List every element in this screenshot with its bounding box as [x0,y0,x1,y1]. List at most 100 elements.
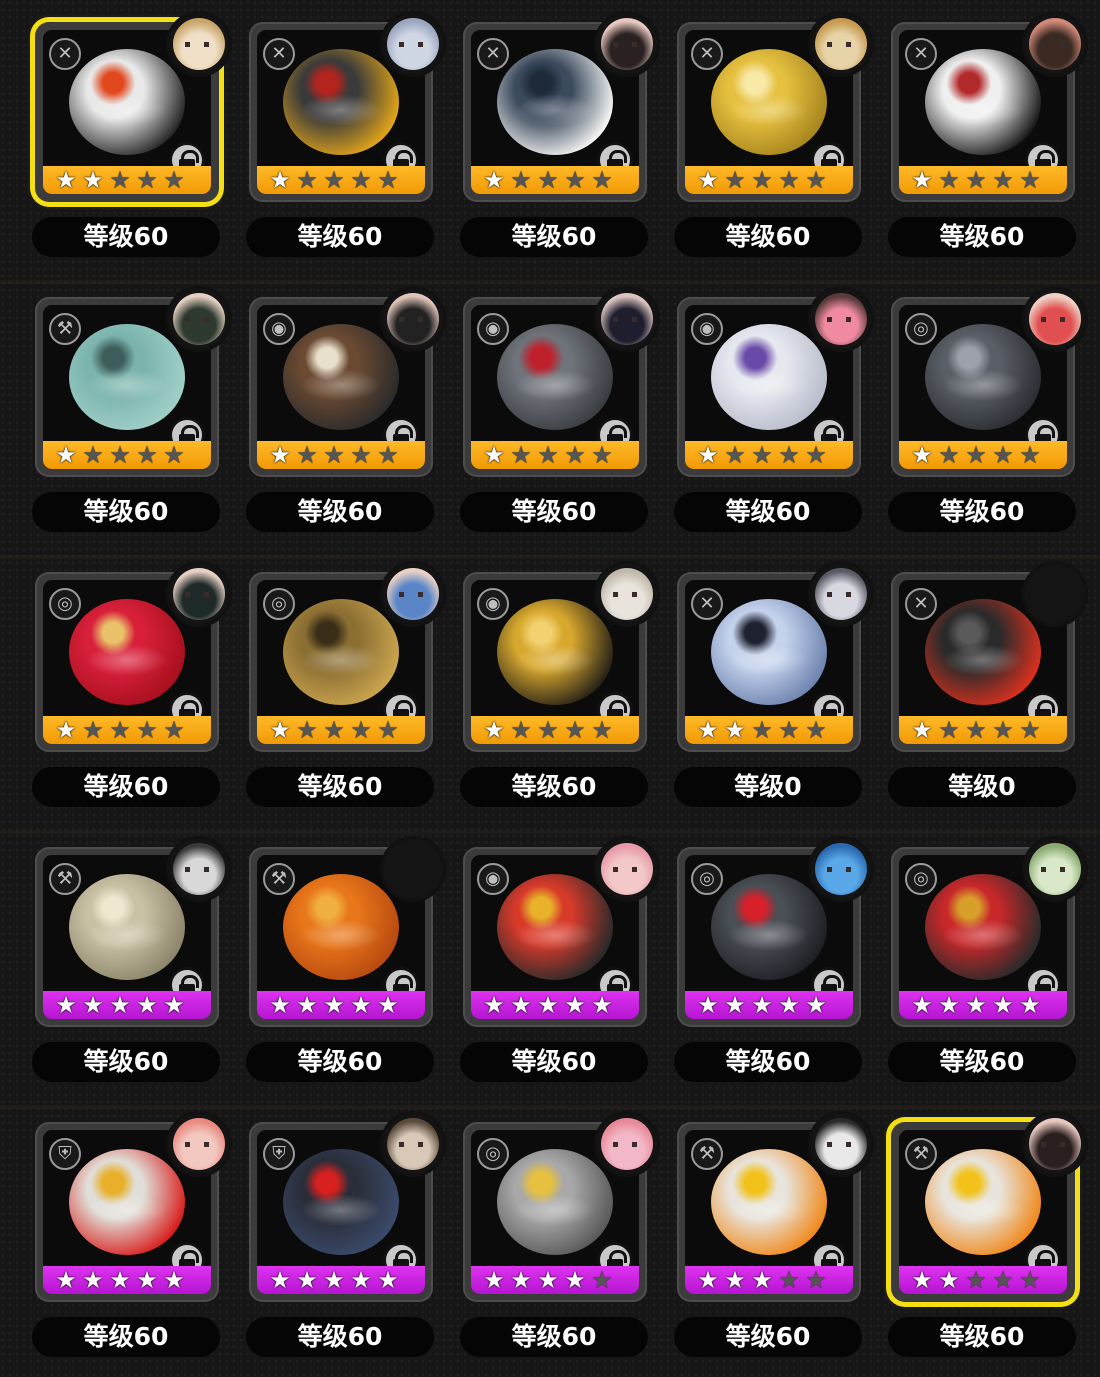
star-empty-icon: ★ [109,441,131,469]
item-art-highlight [300,94,382,127]
item-card[interactable]: ✕ ★ ★ ★ ★ ★ 等级60 [672,11,874,277]
orbit-type-icon: ◎ [905,863,937,895]
star-filled-icon: ★ [269,991,291,1019]
item-art-highlight [514,369,596,402]
item-card[interactable]: ◉ ★ ★ ★ ★ ★ 等级60 [458,286,660,552]
avatar-eyes [399,592,423,597]
star-filled-icon: ★ [911,441,933,469]
item-card[interactable]: ◎ ★ ★ ★ ★ ★ 等级60 [886,836,1088,1102]
item-card[interactable]: ◉ ★ ★ ★ ★ ★ 等级60 [672,286,874,552]
item-card[interactable]: ✕ ★ ★ ★ ★ ★ 等级0 [886,561,1088,827]
orbit-type-icon: ◎ [263,588,295,620]
item-card[interactable]: ◉ ★ ★ ★ ★ ★ 等级60 [244,286,446,552]
character-avatar [166,836,232,902]
star-rating: ★ ★ ★ ★ ★ [53,716,187,744]
star-filled-icon: ★ [269,1266,291,1294]
star-filled-icon: ★ [350,1266,372,1294]
star-filled-icon: ★ [697,166,719,194]
item-card[interactable]: ◎ ★ ★ ★ ★ ★ 等级60 [30,561,232,827]
item-card[interactable]: ◎ ★ ★ ★ ★ ★ 等级60 [244,561,446,827]
star-filled-icon: ★ [992,991,1014,1019]
star-filled-icon: ★ [55,441,77,469]
level-label: 等级60 [674,1317,862,1357]
item-card[interactable]: ⛨ ★ ★ ★ ★ ★ 等级60 [30,1111,232,1377]
star-filled-icon: ★ [724,1266,746,1294]
star-empty-icon: ★ [992,716,1014,744]
item-art-highlight [300,1194,382,1227]
character-avatar [1022,11,1088,77]
avatar-eyes [613,317,637,322]
character-avatar [380,561,446,627]
item-card[interactable]: ⛨ ★ ★ ★ ★ ★ 等级60 [244,1111,446,1377]
shield-type-icon: ⛨ [49,1138,81,1170]
item-card[interactable]: ✕ ★ ★ ★ ★ ★ 等级60 [30,11,232,277]
item-card[interactable]: ⚒ ★ ★ ★ ★ ★ 等级60 [672,1111,874,1377]
item-card[interactable]: ◎ ★ ★ ★ ★ ★ 等级60 [672,836,874,1102]
item-card[interactable]: ✕ ★ ★ ★ ★ ★ 等级60 [886,11,1088,277]
star-empty-icon: ★ [163,441,185,469]
star-empty-icon: ★ [965,1266,987,1294]
star-empty-icon: ★ [778,441,800,469]
star-filled-icon: ★ [911,991,933,1019]
star-filled-icon: ★ [697,716,719,744]
item-card[interactable]: ◉ ★ ★ ★ ★ ★ 等级60 [458,836,660,1102]
item-art [283,324,399,430]
star-filled-icon: ★ [55,716,77,744]
avatar-eyes [827,1142,851,1147]
character-avatar [808,11,874,77]
item-card[interactable]: ◎ ★ ★ ★ ★ ★ 等级60 [458,1111,660,1377]
star-empty-icon: ★ [537,441,559,469]
star-rating: ★ ★ ★ ★ ★ [481,716,615,744]
level-label: 等级60 [674,217,862,257]
star-filled-icon: ★ [697,991,719,1019]
item-art [497,324,613,430]
item-card[interactable]: ✕ ★ ★ ★ ★ ★ 等级0 [672,561,874,827]
star-filled-icon: ★ [697,441,719,469]
item-art [283,49,399,155]
item-art [925,1149,1041,1255]
star-empty-icon: ★ [537,166,559,194]
item-card[interactable]: ◉ ★ ★ ★ ★ ★ 等级60 [458,561,660,827]
item-card[interactable]: ⚒ ★ ★ ★ ★ ★ 等级60 [886,1111,1088,1377]
character-avatar [808,561,874,627]
character-avatar [808,1111,874,1177]
star-filled-icon: ★ [697,1266,719,1294]
item-art-highlight [514,644,596,677]
character-avatar [166,286,232,352]
star-filled-icon: ★ [911,1266,933,1294]
item-art-highlight [86,369,168,402]
star-filled-icon: ★ [55,991,77,1019]
item-art [925,874,1041,980]
item-art [497,874,613,980]
item-card[interactable]: ⚒ ★ ★ ★ ★ ★ 等级60 [244,836,446,1102]
star-empty-icon: ★ [778,1266,800,1294]
item-card[interactable]: ⚒ ★ ★ ★ ★ ★ 等级60 [30,836,232,1102]
avatar-eyes [185,1142,209,1147]
item-card[interactable]: ◎ ★ ★ ★ ★ ★ 等级60 [886,286,1088,552]
row-divider [0,1105,1100,1109]
star-filled-icon: ★ [350,991,372,1019]
star-rating: ★ ★ ★ ★ ★ [267,168,401,192]
item-art [497,49,613,155]
item-art [69,1149,185,1255]
star-filled-icon: ★ [1019,991,1041,1019]
orbit-type-icon: ◎ [49,588,81,620]
strike-type-icon: ⚒ [263,863,295,895]
item-card[interactable]: ✕ ★ ★ ★ ★ ★ 等级60 [244,11,446,277]
pierce-type-icon: ◉ [477,863,509,895]
avatar-eyes [827,42,851,47]
star-empty-icon: ★ [296,716,318,744]
strike-type-icon: ⚒ [49,863,81,895]
avatar-eyes [613,592,637,597]
star-empty-icon: ★ [1019,166,1041,194]
row-divider [0,830,1100,834]
item-card[interactable]: ⚒ ★ ★ ★ ★ ★ 等级60 [30,286,232,552]
strike-type-icon: ⚒ [49,313,81,345]
star-empty-icon: ★ [724,441,746,469]
item-card[interactable]: ✕ ★ ★ ★ ★ ★ 等级60 [458,11,660,277]
star-filled-icon: ★ [269,716,291,744]
star-empty-icon: ★ [992,441,1014,469]
item-art-highlight [514,1194,596,1227]
item-art [925,599,1041,705]
star-empty-icon: ★ [510,716,532,744]
